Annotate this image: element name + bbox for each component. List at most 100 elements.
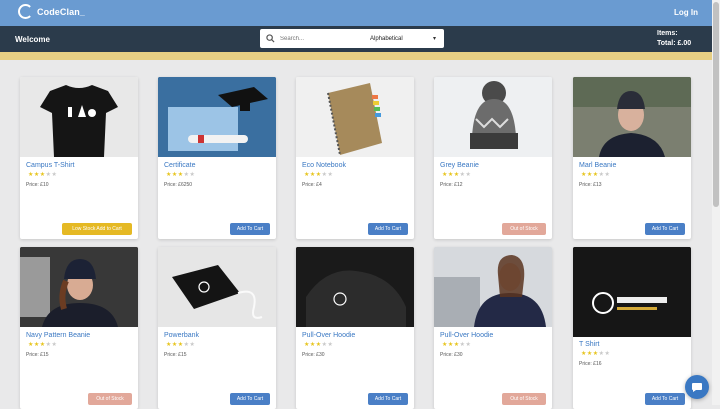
product-name[interactable]: T Shirt (579, 341, 600, 348)
nav-bar: Welcome Alphabetical ▾ Items: Total: £.0… (0, 26, 712, 52)
low-stock-add-to-cart-button[interactable]: Low Stock Add to Cart (62, 223, 132, 235)
product-name[interactable]: Campus T-Shirt (26, 162, 75, 169)
product-image-eco-notebook[interactable] (296, 77, 414, 157)
star-empty-icon: ★★ (598, 172, 611, 178)
login-link[interactable]: Log In (674, 8, 698, 17)
add-to-cart-button[interactable]: Add To Cart (368, 223, 408, 235)
product-card[interactable]: Eco Notebook ★★★★★ Price: £4 Add To Cart (296, 77, 414, 239)
product-image-navy-pattern-beanie[interactable] (20, 247, 138, 327)
chat-bubble-icon (692, 383, 702, 392)
product-card[interactable]: T Shirt ★★★★★ Price: £16 Add To Cart (573, 247, 691, 409)
add-to-cart-button[interactable]: Add To Cart (230, 393, 270, 405)
product-name[interactable]: Eco Notebook (302, 162, 346, 169)
rating-stars: ★★★★★ (442, 171, 471, 178)
top-bar: CodeClan_ Log In (0, 0, 712, 26)
chat-button[interactable] (685, 375, 709, 399)
star-icon: ★★★ (442, 342, 460, 348)
out-of-stock-button[interactable]: Out of Stock (502, 393, 546, 405)
out-of-stock-button[interactable]: Out of Stock (502, 223, 546, 235)
product-name[interactable]: Powerbank (164, 332, 199, 339)
rating-stars: ★★★★★ (442, 341, 471, 348)
cart-items-label: Items: (657, 30, 678, 37)
rating-stars: ★★★★★ (581, 171, 610, 178)
product-price: Price: £10 (26, 182, 49, 188)
add-to-cart-button[interactable]: Add To Cart (645, 223, 685, 235)
add-to-cart-button[interactable]: Add To Cart (368, 393, 408, 405)
star-icon: ★★★ (442, 172, 460, 178)
star-icon: ★★★ (304, 172, 322, 178)
scrollbar-thumb[interactable] (713, 2, 719, 207)
accent-bar (0, 52, 712, 60)
star-empty-icon: ★★ (321, 172, 334, 178)
product-price: Price: £15 (26, 352, 49, 358)
star-icon: ★★★ (166, 172, 184, 178)
product-image-pull-over-hoodie-2[interactable] (434, 247, 552, 327)
product-price: Price: £30 (302, 352, 325, 358)
product-price: Price: £12 (440, 182, 463, 188)
rating-stars: ★★★★★ (28, 171, 57, 178)
rating-stars: ★★★★★ (304, 171, 333, 178)
product-image-campus-tshirt[interactable] (20, 77, 138, 157)
product-card[interactable]: Campus T-Shirt ★★★★★ Price: £10 Low Stoc… (20, 77, 138, 239)
product-name[interactable]: Marl Beanie (579, 162, 616, 169)
product-image-t-shirt[interactable] (573, 247, 691, 337)
star-icon: ★★★ (304, 342, 322, 348)
star-empty-icon: ★★ (459, 342, 472, 348)
product-name[interactable]: Pull-Over Hoodie (302, 332, 355, 339)
star-empty-icon: ★★ (45, 342, 58, 348)
rating-stars: ★★★★★ (28, 341, 57, 348)
rating-stars: ★★★★★ (581, 350, 610, 357)
star-icon: ★★★ (166, 342, 184, 348)
cart-summary[interactable]: Items: Total: £.00 (657, 29, 691, 49)
star-icon: ★★★ (28, 342, 46, 348)
star-icon: ★★★ (28, 172, 46, 178)
product-card[interactable]: Powerbank ★★★★★ Price: £15 Add To Cart (158, 247, 276, 409)
product-image-pull-over-hoodie[interactable] (296, 247, 414, 327)
codeclan-logo-icon (18, 4, 33, 19)
product-card[interactable]: Pull-Over Hoodie ★★★★★ Price: £30 Out of… (434, 247, 552, 409)
product-card[interactable]: Pull-Over Hoodie ★★★★★ Price: £30 Add To… (296, 247, 414, 409)
product-name[interactable]: Pull-Over Hoodie (440, 332, 493, 339)
add-to-cart-button[interactable]: Add To Cart (645, 393, 685, 405)
star-empty-icon: ★★ (459, 172, 472, 178)
search-bar: Alphabetical ▾ (260, 29, 444, 48)
star-icon: ★★★ (581, 172, 599, 178)
product-name[interactable]: Certificate (164, 162, 196, 169)
product-card[interactable]: Navy Pattern Beanie ★★★★★ Price: £15 Out… (20, 247, 138, 409)
product-name[interactable]: Grey Beanie (440, 162, 479, 169)
sort-select[interactable]: Alphabetical (370, 36, 433, 42)
star-empty-icon: ★★ (598, 351, 611, 357)
product-image-marl-beanie[interactable] (573, 77, 691, 157)
out-of-stock-button[interactable]: Out of Stock (88, 393, 132, 405)
product-card[interactable]: Grey Beanie ★★★★★ Price: £12 Out of Stoc… (434, 77, 552, 239)
product-price: Price: £15 (164, 352, 187, 358)
search-input[interactable] (278, 34, 366, 43)
search-icon (266, 34, 275, 43)
page-scrollbar[interactable] (712, 0, 720, 405)
star-empty-icon: ★★ (183, 342, 196, 348)
rating-stars: ★★★★★ (166, 171, 195, 178)
product-price: Price: £30 (440, 352, 463, 358)
product-image-grey-beanie[interactable] (434, 77, 552, 157)
product-price: Price: £16 (579, 361, 602, 367)
chevron-down-icon[interactable]: ▾ (433, 35, 436, 42)
welcome-text: Welcome (15, 35, 50, 44)
star-empty-icon: ★★ (45, 172, 58, 178)
product-price: Price: £6250 (164, 182, 193, 188)
product-name[interactable]: Navy Pattern Beanie (26, 332, 90, 339)
product-image-powerbank[interactable] (158, 247, 276, 327)
add-to-cart-button[interactable]: Add To Cart (230, 223, 270, 235)
star-empty-icon: ★★ (183, 172, 196, 178)
star-empty-icon: ★★ (321, 342, 334, 348)
cart-total: Total: £.00 (657, 40, 692, 47)
star-icon: ★★★ (581, 351, 599, 357)
product-card[interactable]: Marl Beanie ★★★★★ Price: £13 Add To Cart (573, 77, 691, 239)
brand-name: CodeClan_ (37, 6, 85, 17)
product-card[interactable]: Certificate ★★★★★ Price: £6250 Add To Ca… (158, 77, 276, 239)
brand-logo[interactable]: CodeClan_ (18, 4, 85, 19)
product-image-certificate[interactable] (158, 77, 276, 157)
product-price: Price: £4 (302, 182, 322, 188)
product-price: Price: £13 (579, 182, 602, 188)
rating-stars: ★★★★★ (166, 341, 195, 348)
rating-stars: ★★★★★ (304, 341, 333, 348)
